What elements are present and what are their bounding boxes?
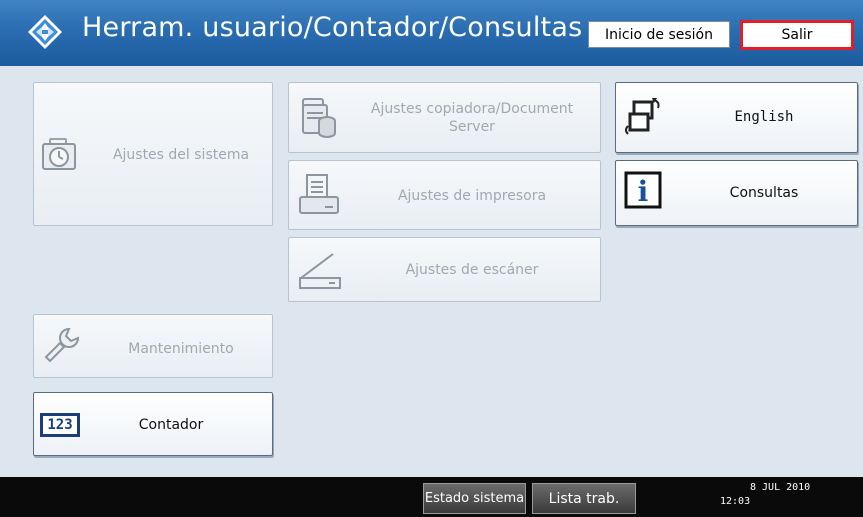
main-panel: Ajustes del sistema Ajustes copiadora/Do…	[0, 66, 863, 477]
status-bar: Estado sistema Lista trab. 8 JUL 2010 12…	[0, 477, 863, 517]
date-text: 8 JUL 2010	[750, 482, 811, 493]
counter-123-icon: 123	[40, 413, 80, 437]
diamond-arrows-icon	[28, 15, 62, 49]
counter-button[interactable]: 123 Contador	[33, 392, 273, 456]
scanner-settings-button[interactable]: Ajustes de escáner	[288, 237, 601, 302]
wrench-icon	[42, 325, 82, 365]
copier-settings-button[interactable]: Ajustes copiadora/Document Server	[288, 82, 601, 153]
english-button[interactable]: English	[615, 82, 858, 153]
camera-clock-icon	[40, 137, 80, 173]
copier-settings-label: Ajustes copiadora/Document Server	[370, 101, 574, 135]
info-icon: i	[624, 171, 662, 209]
logout-button[interactable]: Salir	[740, 20, 854, 50]
copier-stack-icon	[297, 97, 339, 139]
maintenance-button[interactable]: Mantenimiento	[33, 314, 273, 378]
counter-label: Contador	[138, 417, 204, 433]
inquiry-label: Consultas	[729, 185, 799, 201]
language-switch-icon	[622, 96, 664, 138]
svg-text:i: i	[638, 175, 649, 208]
time-text: 12:03	[720, 496, 751, 507]
scanner-settings-label: Ajustes de escáner	[405, 262, 539, 278]
printer-settings-button[interactable]: Ajustes de impresora	[288, 160, 601, 230]
printer-settings-label: Ajustes de impresora	[397, 188, 547, 204]
inquiry-button[interactable]: i Consultas	[615, 160, 858, 226]
job-list-button[interactable]: Lista trab.	[532, 483, 636, 514]
system-settings-label: Ajustes del sistema	[112, 147, 250, 163]
system-status-button[interactable]: Estado sistema	[423, 483, 526, 514]
system-settings-button[interactable]: Ajustes del sistema	[33, 82, 273, 226]
title-bar: Herram. usuario/Contador/Consultas Inici…	[0, 0, 863, 66]
scanner-icon	[297, 248, 343, 292]
maintenance-label: Mantenimiento	[128, 341, 234, 357]
printer-icon	[297, 173, 341, 217]
english-label: English	[734, 109, 794, 125]
date-time: 8 JUL 2010 12:03	[720, 481, 810, 509]
counter-icon-text: 123	[40, 413, 80, 437]
page-title: Herram. usuario/Contador/Consultas	[82, 12, 583, 43]
login-button[interactable]: Inicio de sesión	[588, 21, 730, 48]
